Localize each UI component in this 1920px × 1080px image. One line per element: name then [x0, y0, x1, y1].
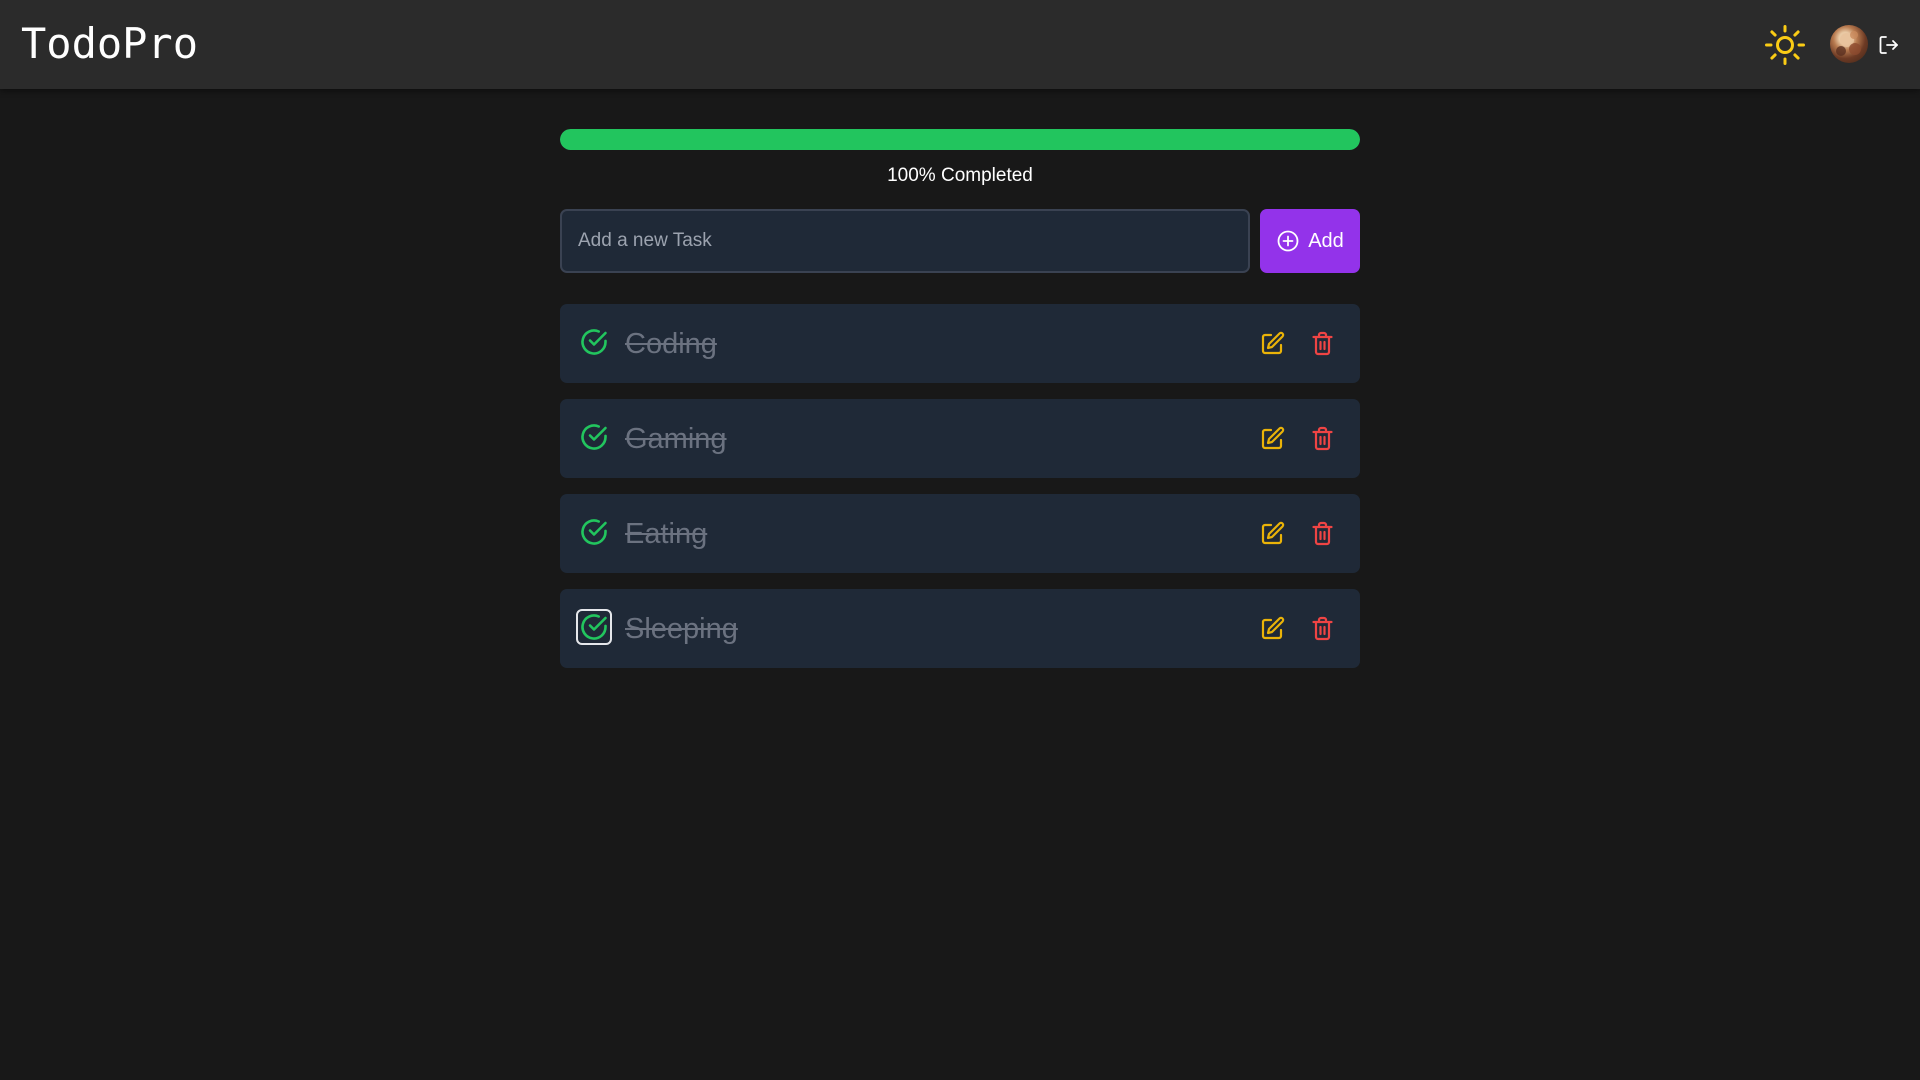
- add-task-form: Add: [560, 209, 1360, 273]
- edit-task-button[interactable]: [1260, 426, 1285, 451]
- delete-task-button[interactable]: [1310, 521, 1335, 546]
- task-complete-toggle[interactable]: [578, 326, 610, 358]
- delete-task-button[interactable]: [1310, 426, 1335, 451]
- add-task-button[interactable]: Add: [1260, 209, 1360, 273]
- sun-icon: [1765, 25, 1805, 65]
- check-circle-icon: [581, 424, 607, 450]
- edit-task-button[interactable]: [1260, 521, 1285, 546]
- edit-task-button[interactable]: [1260, 616, 1285, 641]
- task-item: Coding: [560, 304, 1360, 383]
- check-circle-icon: [581, 329, 607, 355]
- trash-icon: [1312, 331, 1333, 356]
- edit-icon: [1261, 616, 1285, 640]
- check-circle-icon: [581, 519, 607, 545]
- task-item: Sleeping: [560, 589, 1360, 668]
- app-logo: TodoPro: [21, 19, 199, 68]
- progress-bar-fill: [560, 129, 1360, 150]
- plus-circle-icon: [1277, 230, 1299, 252]
- avatar-image: [1836, 31, 1861, 56]
- task-complete-toggle[interactable]: [578, 516, 610, 548]
- task-label: Coding: [625, 328, 717, 360]
- user-avatar[interactable]: [1830, 25, 1868, 63]
- trash-icon: [1312, 426, 1333, 451]
- task-list: Coding Gaming Eating Sleeping: [560, 304, 1360, 668]
- progress-bar: [560, 129, 1360, 150]
- task-complete-toggle[interactable]: [576, 609, 612, 645]
- progress-label: 100% Completed: [887, 165, 1033, 186]
- delete-task-button[interactable]: [1310, 616, 1335, 641]
- top-navbar: TodoPro: [0, 0, 1920, 89]
- logout-icon: [1879, 36, 1898, 54]
- edit-icon: [1261, 521, 1285, 545]
- edit-icon: [1261, 426, 1285, 450]
- task-label: Eating: [625, 518, 708, 550]
- trash-icon: [1312, 616, 1333, 641]
- edit-task-button[interactable]: [1260, 331, 1285, 356]
- edit-icon: [1261, 331, 1285, 355]
- logout-button[interactable]: [1878, 34, 1900, 56]
- new-task-input[interactable]: [560, 209, 1250, 273]
- task-item: Gaming: [560, 399, 1360, 478]
- task-label: Gaming: [625, 423, 727, 455]
- task-complete-toggle[interactable]: [578, 421, 610, 453]
- theme-toggle-button[interactable]: [1764, 24, 1806, 66]
- trash-icon: [1312, 521, 1333, 546]
- task-label: Sleeping: [625, 613, 738, 645]
- add-button-label: Add: [1308, 229, 1344, 252]
- task-item: Eating: [560, 494, 1360, 573]
- delete-task-button[interactable]: [1310, 331, 1335, 356]
- main-content: 100% Completed Add Coding: [560, 129, 1360, 668]
- check-circle-icon: [581, 614, 607, 640]
